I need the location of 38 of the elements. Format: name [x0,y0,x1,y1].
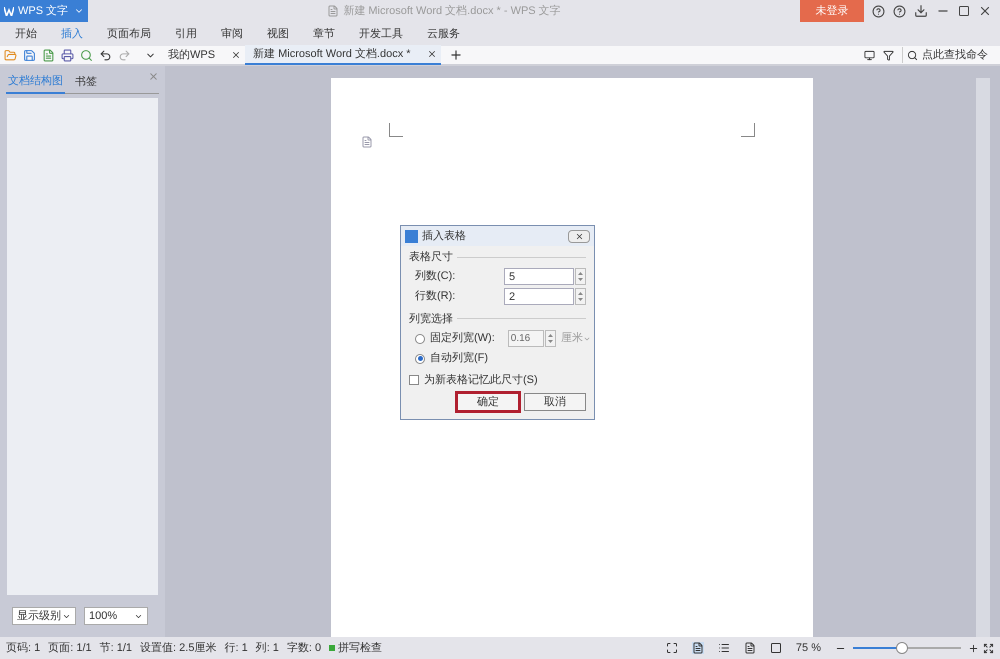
ribbon-tab[interactable]: 云服务 [427,26,460,42]
status-item: 行: 1 [224,640,248,656]
ribbon-tab[interactable]: 开始 [15,26,37,42]
zoom-dropdown[interactable]: 100% [84,607,148,625]
app-menu-button[interactable]: WPS 文字 [0,0,88,22]
ribbon-tab[interactable]: 视图 [267,26,289,42]
search-field[interactable]: 点此查找命令 [922,46,992,64]
panel-tab[interactable]: 书签 [73,72,99,94]
window-title: 新建 Microsoft Word 文档.docx * - WPS 文字 [343,4,561,19]
document-tab[interactable]: 新建 Microsoft Word 文档.docx * [245,45,441,65]
ribbon-tab[interactable]: 引用 [175,26,197,42]
dialog-button[interactable]: 确定 [457,392,519,410]
checkbox-label: 为新表格记忆此尺寸(S) [424,372,538,388]
ribbon-tab[interactable]: 插入 [61,26,83,42]
status-item: 页码: 1 [6,640,40,656]
ribbon-tab[interactable]: 页面布局 [107,26,151,42]
level-dropdown[interactable]: 显示级别 [12,607,76,625]
status-item: 页面: 1/1 [48,640,92,656]
status-item: 节: 1/1 [100,640,132,656]
number-field[interactable]: 5 [504,268,574,285]
ribbon-tab[interactable]: 审阅 [221,26,243,42]
section-title: 列宽选择 [409,312,453,326]
field-label: 行数(R): [415,289,456,304]
section-title: 表格尺寸 [409,250,453,265]
ribbon-tab[interactable]: 章节 [313,26,335,42]
zoom-value: 75 % [796,640,821,656]
status-item: 字数: 0 [286,640,322,656]
ribbon-tab[interactable]: 开发工具 [359,26,403,42]
option-label: 自动列宽(F) [430,350,490,366]
status-item: 列: 1 [256,640,279,656]
dialog-button[interactable]: 取消 [524,392,586,410]
field-label: 列数(C): [415,269,456,284]
spell-check-label[interactable]: 拼写检查 [338,640,382,656]
option-label: 固定列宽(W): [430,330,495,346]
dialog-title: 插入表格 [422,228,466,244]
status-item: 设置值: 2.5厘米 [140,640,216,656]
number-field[interactable]: 2 [504,288,574,305]
document-tab[interactable]: 我的WPS [160,45,246,65]
